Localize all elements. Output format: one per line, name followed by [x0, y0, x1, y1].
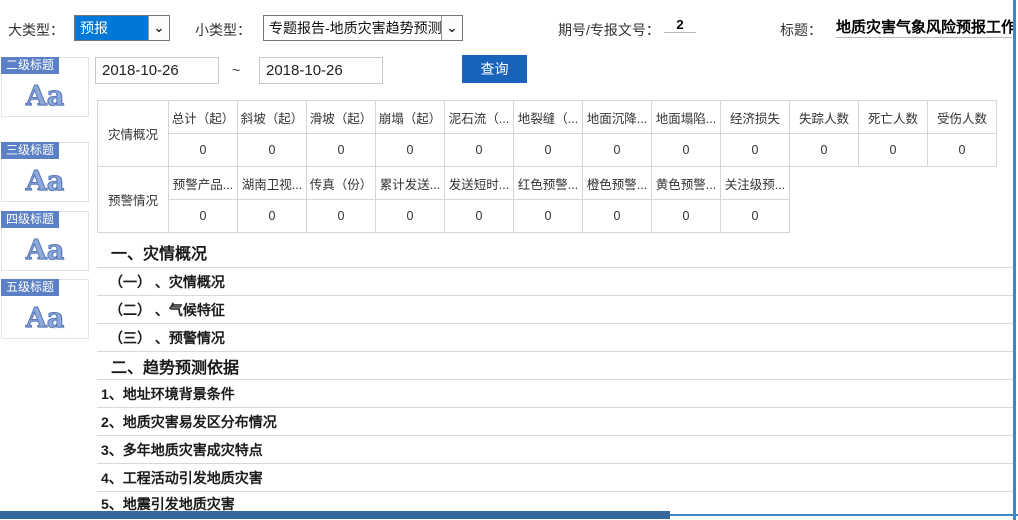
- big-type-label: 大类型：: [8, 20, 64, 40]
- small-type-select[interactable]: 专题报告-地质灾害趋势预测 ⌄: [263, 15, 463, 41]
- table-column-header: 传真（份）: [307, 167, 376, 200]
- outline-heading-row[interactable]: （三） 、预警情况: [97, 324, 1013, 352]
- document-outline: 一、灾情概况（一） 、灾情概况（二） 、气候特征（三） 、预警情况二、趋势预测依…: [97, 232, 1013, 516]
- table-value-cell: 0: [859, 134, 928, 167]
- warning-summary-table: 预警情况预警产品...湖南卫视...传真（份）累计发送...发送短时...红色预…: [97, 166, 790, 233]
- table-value-cell: 0: [445, 200, 514, 233]
- title-label: 标题：: [780, 20, 822, 40]
- chevron-down-icon[interactable]: ⌄: [441, 16, 462, 40]
- table-value-cell: 0: [307, 134, 376, 167]
- table-column-header: 地裂缝（...: [514, 101, 583, 134]
- sidebar-style-card[interactable]: 五级标题 Aa: [1, 279, 89, 339]
- table-value-cell: 0: [652, 200, 721, 233]
- table-column-header: 橙色预警...: [583, 167, 652, 200]
- table-column-header: 关注级预...: [721, 167, 790, 200]
- table-value-cell: 0: [376, 134, 445, 167]
- table-column-header: 总计（起）: [169, 101, 238, 134]
- outline-heading-row[interactable]: 二、趋势预测依据: [97, 352, 1013, 380]
- table-value-cell: 0: [307, 200, 376, 233]
- style-card-label: 四级标题: [1, 211, 59, 228]
- table-row-header: 灾情概况: [98, 101, 169, 167]
- disaster-summary-table: 灾情概况总计（起）斜坡（起）滑坡（起）崩塌（起）泥石流（...地裂缝（...地面…: [97, 100, 997, 167]
- small-type-label: 小类型：: [195, 20, 251, 40]
- table-column-header: 死亡人数: [859, 101, 928, 134]
- style-card-label: 三级标题: [1, 142, 59, 159]
- outline-heading-row[interactable]: 2、地质灾害易发区分布情况: [97, 408, 1013, 436]
- table-value-cell: 0: [652, 134, 721, 167]
- panel-right-border: [1013, 0, 1016, 520]
- table-value-cell: 0: [169, 134, 238, 167]
- table-column-header: 发送短时...: [445, 167, 514, 200]
- table-column-header: 崩塌（起）: [376, 101, 445, 134]
- report-editor-window: 大类型： 预报 ⌄ 小类型： 专题报告-地质灾害趋势预测 ⌄ 期号/专报文号： …: [0, 0, 1018, 520]
- outline-heading-row[interactable]: 1、地址环境背景条件: [97, 380, 1013, 408]
- summary-table: 预警情况预警产品...湖南卫视...传真（份）累计发送...发送短时...红色预…: [97, 166, 790, 233]
- font-style-aa-icon: Aa: [2, 298, 88, 338]
- table-row-header: 预警情况: [98, 167, 169, 233]
- table-value-cell: 0: [514, 200, 583, 233]
- outline-heading-row[interactable]: （二） 、气候特征: [97, 296, 1013, 324]
- table-value-cell: 0: [721, 134, 790, 167]
- table-value-cell: 0: [169, 200, 238, 233]
- table-column-header: 经济损失: [721, 101, 790, 134]
- table-value-cell: 0: [238, 200, 307, 233]
- style-card-label: 五级标题: [1, 279, 59, 296]
- chevron-down-icon[interactable]: ⌄: [148, 16, 169, 40]
- table-column-header: 受伤人数: [928, 101, 997, 134]
- table-column-header: 地面塌陷...: [652, 101, 721, 134]
- sidebar-style-card[interactable]: 四级标题 Aa: [1, 211, 89, 271]
- sidebar-style-card[interactable]: 三级标题 Aa: [1, 142, 89, 202]
- small-type-selected-value: 专题报告-地质灾害趋势预测: [264, 16, 441, 40]
- table-column-header: 湖南卫视...: [238, 167, 307, 200]
- outline-heading-row[interactable]: 4、工程活动引发地质灾害: [97, 464, 1013, 492]
- outline-heading-row[interactable]: （一） 、灾情概况: [97, 268, 1013, 296]
- title-field[interactable]: 地质灾害气象风险预报工作日报: [836, 16, 1012, 38]
- table-column-header: 斜坡（起）: [238, 101, 307, 134]
- table-column-header: 黄色预警...: [652, 167, 721, 200]
- table-value-cell: 0: [721, 200, 790, 233]
- table-column-header: 泥石流（...: [445, 101, 514, 134]
- table-column-header: 地面沉降...: [583, 101, 652, 134]
- table-value-cell: 0: [514, 134, 583, 167]
- outline-heading-row[interactable]: 一、灾情概况: [97, 232, 1013, 268]
- table-value-cell: 0: [238, 134, 307, 167]
- table-value-cell: 0: [445, 134, 514, 167]
- query-button[interactable]: 查询: [462, 55, 527, 83]
- table-column-header: 预警产品...: [169, 167, 238, 200]
- table-column-header: 失踪人数: [790, 101, 859, 134]
- style-card-label: 二级标题: [1, 57, 59, 74]
- horizontal-scrollbar-thumb[interactable]: [0, 511, 670, 519]
- table-column-header: 累计发送...: [376, 167, 445, 200]
- issue-number-label: 期号/专报文号：: [558, 20, 660, 40]
- date-to-input[interactable]: 2018-10-26: [259, 57, 383, 84]
- issue-number-field[interactable]: 2: [664, 17, 696, 33]
- font-style-aa-icon: Aa: [2, 161, 88, 201]
- summary-table: 灾情概况总计（起）斜坡（起）滑坡（起）崩塌（起）泥石流（...地裂缝（...地面…: [97, 100, 997, 167]
- table-value-cell: 0: [376, 200, 445, 233]
- font-style-aa-icon: Aa: [2, 76, 88, 116]
- big-type-select[interactable]: 预报 ⌄: [74, 15, 170, 41]
- table-value-cell: 0: [583, 134, 652, 167]
- big-type-selected-value: 预报: [75, 16, 148, 40]
- date-from-input[interactable]: 2018-10-26: [95, 57, 219, 84]
- font-style-aa-icon: Aa: [2, 230, 88, 270]
- table-column-header: 红色预警...: [514, 167, 583, 200]
- table-column-header: 滑坡（起）: [307, 101, 376, 134]
- sidebar-style-card[interactable]: 二级标题 Aa: [1, 57, 89, 117]
- table-value-cell: 0: [928, 134, 997, 167]
- outline-heading-row[interactable]: 3、多年地质灾害成灾特点: [97, 436, 1013, 464]
- table-value-cell: 0: [790, 134, 859, 167]
- table-value-cell: 0: [583, 200, 652, 233]
- date-range-separator: ~: [232, 62, 240, 78]
